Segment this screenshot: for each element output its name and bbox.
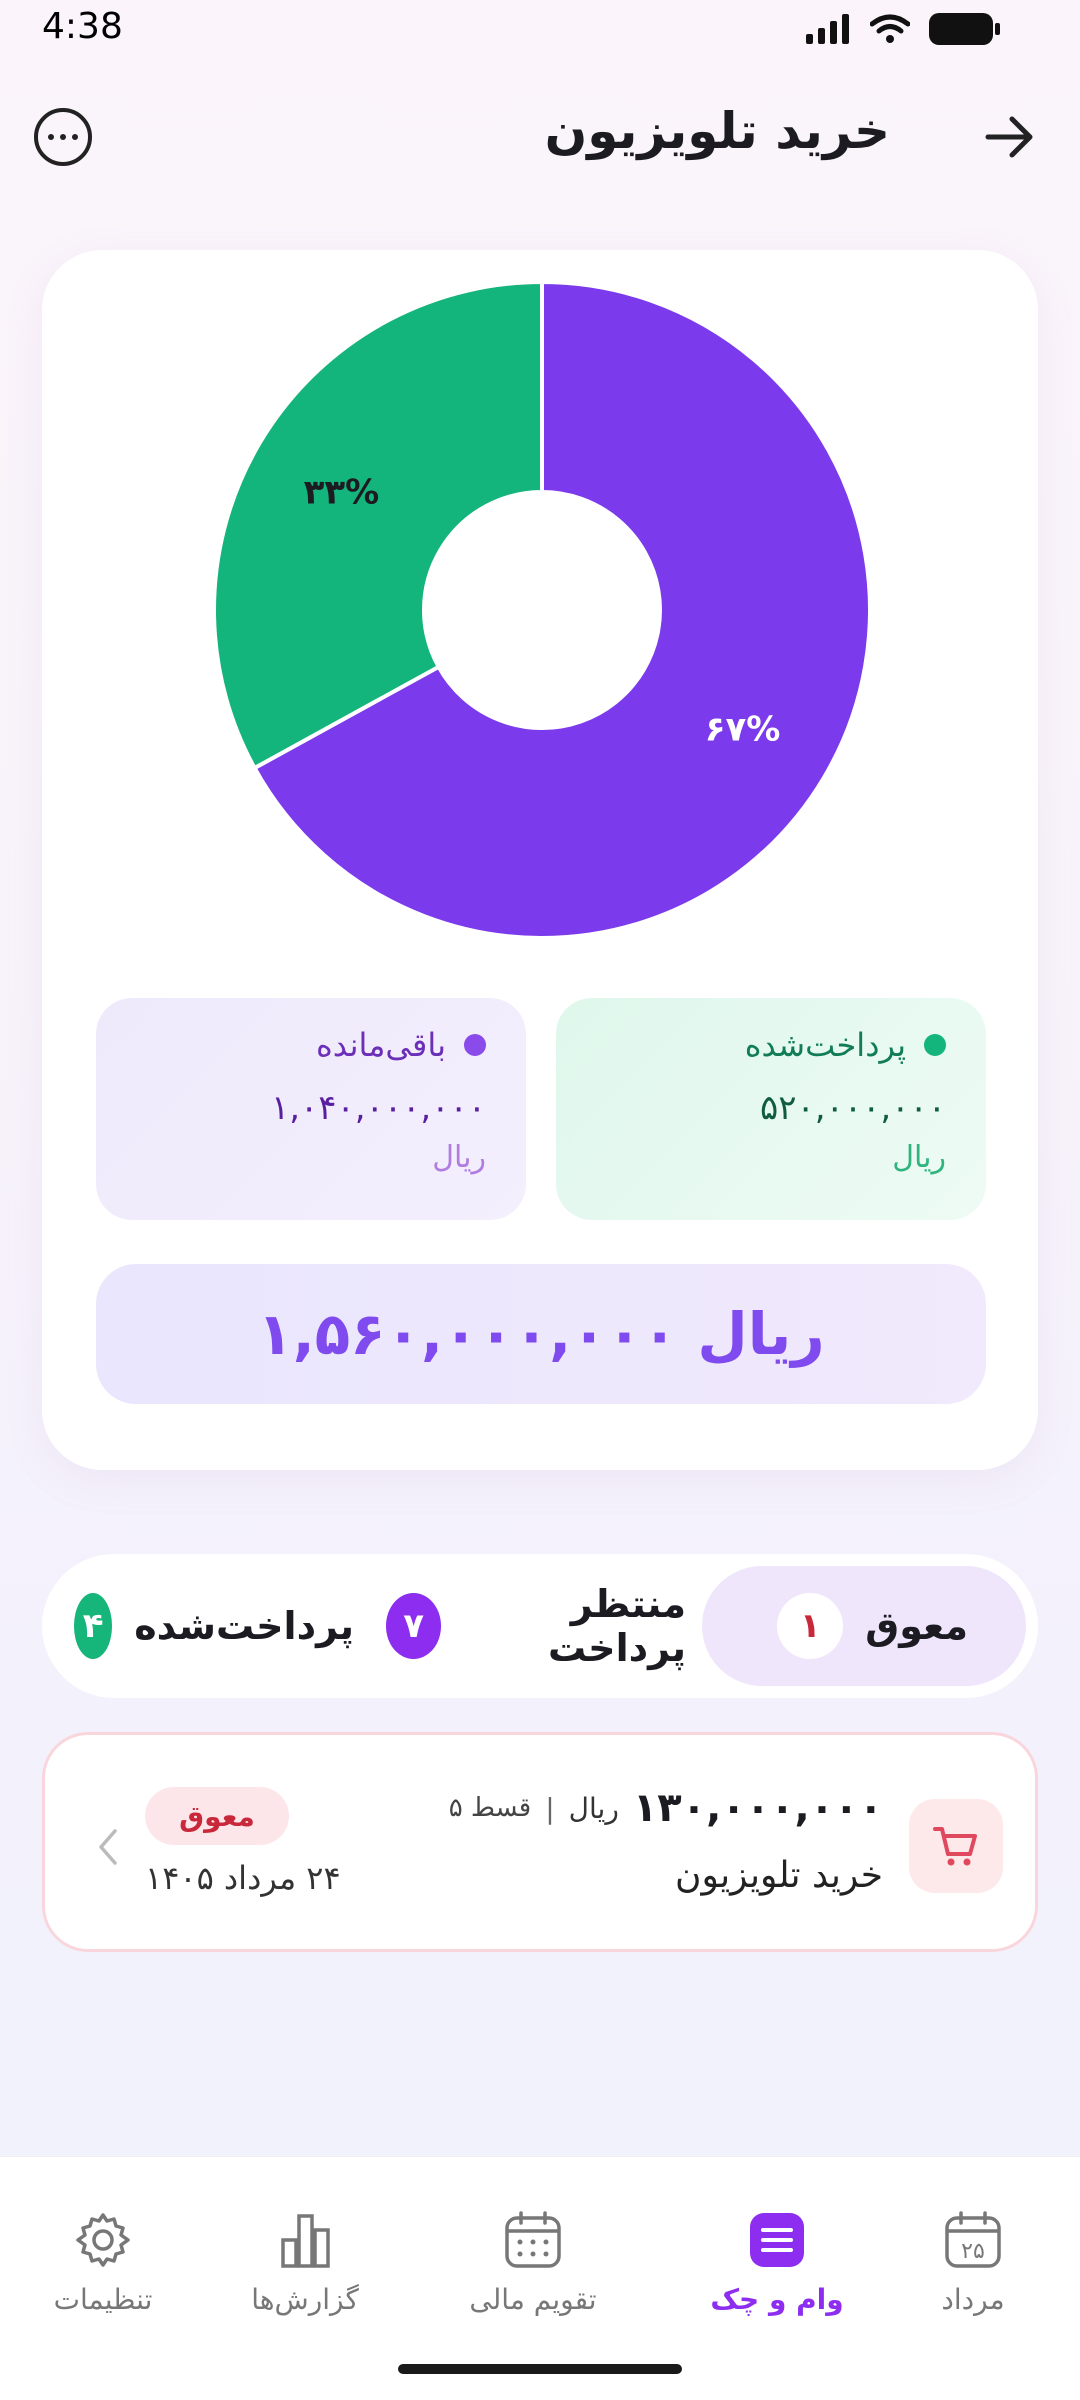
legend-remaining-label: باقی‌مانده	[316, 1026, 446, 1064]
nav-label-month: مرداد	[941, 2283, 1005, 2316]
calendar-25-icon: ۲۵	[940, 2207, 1006, 2273]
donut-slice-1	[212, 279, 544, 771]
status-icons	[806, 12, 1002, 46]
home-indicator	[398, 2364, 682, 2374]
more-options-button[interactable]	[34, 108, 92, 166]
loan-name: خرید تلویزیون	[675, 1855, 883, 1896]
nav-label-financial-calendar: تقویم مالی	[469, 2283, 597, 2316]
total-unit: ریال	[697, 1300, 825, 1368]
dot-icon	[48, 134, 54, 140]
tab-paid-label: پرداخت‌شده	[134, 1604, 354, 1648]
donut-label-0: ۶۷%	[705, 710, 781, 750]
total-amount: ۱,۵۶۰,۰۰۰,۰۰۰	[257, 1300, 678, 1368]
tab-paid[interactable]: پرداخت‌شده ۴	[74, 1566, 354, 1686]
nav-label-settings: تنظیمات	[53, 2283, 153, 2316]
legend-remaining: باقی‌مانده ۱,۰۴۰,۰۰۰,۰۰۰ ریال	[96, 998, 526, 1220]
bar-chart-icon	[272, 2207, 338, 2273]
donut-label-1: ۳۳%	[304, 472, 380, 512]
loan-unit: ریال	[568, 1791, 619, 1825]
remaining-dot-icon	[464, 1034, 486, 1056]
tab-overdue-label: معوق	[865, 1604, 968, 1648]
status-badge: معوق	[145, 1787, 289, 1845]
total-amount-box: ریال ۱,۵۶۰,۰۰۰,۰۰۰	[96, 1264, 986, 1404]
tab-overdue[interactable]: معوق ۱	[702, 1566, 1026, 1686]
legend-paid-unit: ریال	[892, 1140, 946, 1175]
header: خرید تلویزیون	[0, 90, 1080, 180]
loan-amount: ۱۳۰,۰۰۰,۰۰۰	[632, 1785, 883, 1831]
legend-paid: پرداخت‌شده ۵۲۰,۰۰۰,۰۰۰ ریال	[556, 998, 986, 1220]
signal-icon	[806, 14, 849, 44]
battery-icon	[929, 13, 1000, 45]
status-time: 4:38	[42, 6, 123, 47]
calendar-icon	[500, 2207, 566, 2273]
installment-number: قسط ۵	[448, 1793, 532, 1823]
nav-item-reports[interactable]: گزارش‌ها	[220, 2207, 390, 2316]
chevron-left-icon	[99, 1829, 117, 1865]
cart-icon	[909, 1799, 1003, 1893]
legend-remaining-unit: ریال	[432, 1140, 486, 1175]
dot-icon	[60, 134, 66, 140]
separator: |	[545, 1791, 555, 1825]
legend-paid-label: پرداخت‌شده	[744, 1026, 906, 1064]
page-title: خرید تلویزیون	[544, 102, 890, 160]
donut-chart: ۶۷% ۳۳%	[212, 279, 872, 940]
legend-remaining-value: ۱,۰۴۰,۰۰۰,۰۰۰	[270, 1088, 486, 1128]
summary-card: ۶۷% ۳۳% پرداخت‌شده ۵۲۰,۰۰۰,۰۰۰ ریال باقی‌…	[42, 250, 1038, 1470]
calendar-date-number: ۲۵	[961, 2239, 985, 2264]
status-bar: 4:38	[0, 0, 1080, 60]
back-arrow-icon[interactable]	[980, 108, 1038, 166]
tab-overdue-count: ۱	[777, 1593, 844, 1659]
nav-item-financial-calendar[interactable]: تقویم مالی	[448, 2207, 618, 2316]
due-date: ۲۴ مرداد ۱۴۰۵	[145, 1859, 341, 1897]
list-item[interactable]: ۱۳۰,۰۰۰,۰۰۰ ریال | قسط ۵ خرید تلویزیون م…	[42, 1732, 1038, 1952]
list-icon	[744, 2207, 810, 2273]
nav-item-month[interactable]: ۲۵ مرداد	[888, 2207, 1058, 2316]
tab-pending-label: منتظر پرداخت	[547, 1582, 686, 1670]
wifi-icon	[870, 14, 910, 43]
nav-item-settings[interactable]: تنظیمات	[18, 2207, 188, 2316]
nav-item-loans-checks[interactable]: وام و چک	[692, 2207, 862, 2316]
paid-dot-icon	[924, 1034, 946, 1056]
loan-amount-row: ۱۳۰,۰۰۰,۰۰۰ ریال | قسط ۵	[449, 1785, 883, 1831]
tab-paid-count: ۴	[74, 1593, 113, 1659]
gear-icon	[70, 2207, 136, 2273]
nav-label-reports: گزارش‌ها	[251, 2283, 359, 2316]
status-tabs: معوق ۱ منتظر پرداخت ۷ پرداخت‌شده ۴	[42, 1554, 1038, 1698]
tab-pending-count: ۷	[386, 1593, 442, 1659]
nav-label-loans-checks: وام و چک	[710, 2283, 844, 2316]
tab-pending[interactable]: منتظر پرداخت ۷	[386, 1566, 686, 1686]
dot-icon	[72, 134, 78, 140]
legend-paid-value: ۵۲۰,۰۰۰,۰۰۰	[760, 1088, 946, 1128]
